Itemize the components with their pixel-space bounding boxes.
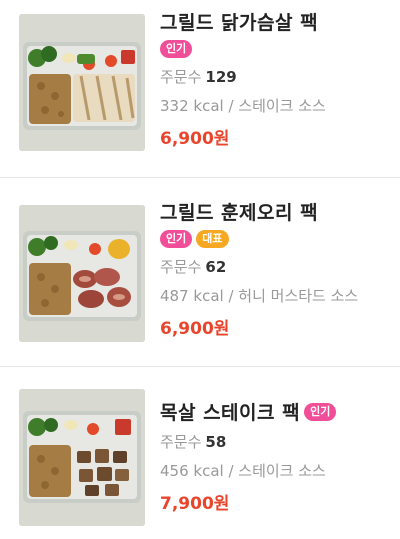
order-count-value: 58 [205, 433, 227, 451]
meal-box-image [19, 205, 145, 342]
product-title[interactable]: 그릴드 훈제오리 팩 [160, 198, 392, 225]
product-image-duck[interactable] [19, 205, 145, 342]
product-item-pork[interactable]: 목살 스테이크 팩 인기 주문수 58 456 kcal / 스테이크 소스 7,… [0, 367, 400, 539]
product-list: 그릴드 닭가슴살 팩 인기 주문수 129 332 kcal / 스테이크 소스 … [0, 0, 400, 539]
badge-group: 인기 [304, 402, 337, 421]
meal-box-image [19, 389, 145, 526]
order-count-value: 62 [205, 258, 227, 276]
order-count-label: 주문수 [160, 433, 202, 451]
badge-group: 인기 대표 [160, 230, 392, 248]
order-count-label: 주문수 [160, 68, 202, 86]
order-count: 주문수 62 [160, 256, 392, 277]
product-price: 6,900원 [160, 319, 230, 339]
order-count-label: 주문수 [160, 258, 202, 276]
product-title[interactable]: 그릴드 닭가슴살 팩 [160, 8, 392, 35]
meal-box-image [19, 14, 145, 151]
badge-group: 인기 [160, 40, 392, 58]
product-image-chicken[interactable] [19, 14, 145, 151]
title-row: 목살 스테이크 팩 인기 [160, 398, 392, 425]
order-count-value: 129 [205, 68, 237, 86]
badge-popular: 인기 [160, 40, 193, 58]
product-image-pork[interactable] [19, 389, 145, 526]
product-item-chicken[interactable]: 그릴드 닭가슴살 팩 인기 주문수 129 332 kcal / 스테이크 소스 … [0, 0, 400, 178]
order-count: 주문수 58 [160, 431, 392, 452]
badge-signature: 대표 [196, 230, 229, 248]
product-title[interactable]: 목살 스테이크 팩 [160, 398, 300, 425]
badge-popular: 인기 [304, 402, 337, 421]
product-price: 6,900원 [160, 129, 230, 149]
product-desc: 487 kcal / 허니 머스타드 소스 [160, 287, 359, 305]
product-price: 7,900원 [160, 494, 230, 514]
badge-popular: 인기 [160, 230, 193, 248]
product-desc: 332 kcal / 스테이크 소스 [160, 97, 326, 115]
product-desc: 456 kcal / 스테이크 소스 [160, 462, 326, 480]
product-item-duck[interactable]: 그릴드 훈제오리 팩 인기 대표 주문수 62 487 kcal / 허니 머스타… [0, 178, 400, 367]
order-count: 주문수 129 [160, 66, 392, 87]
